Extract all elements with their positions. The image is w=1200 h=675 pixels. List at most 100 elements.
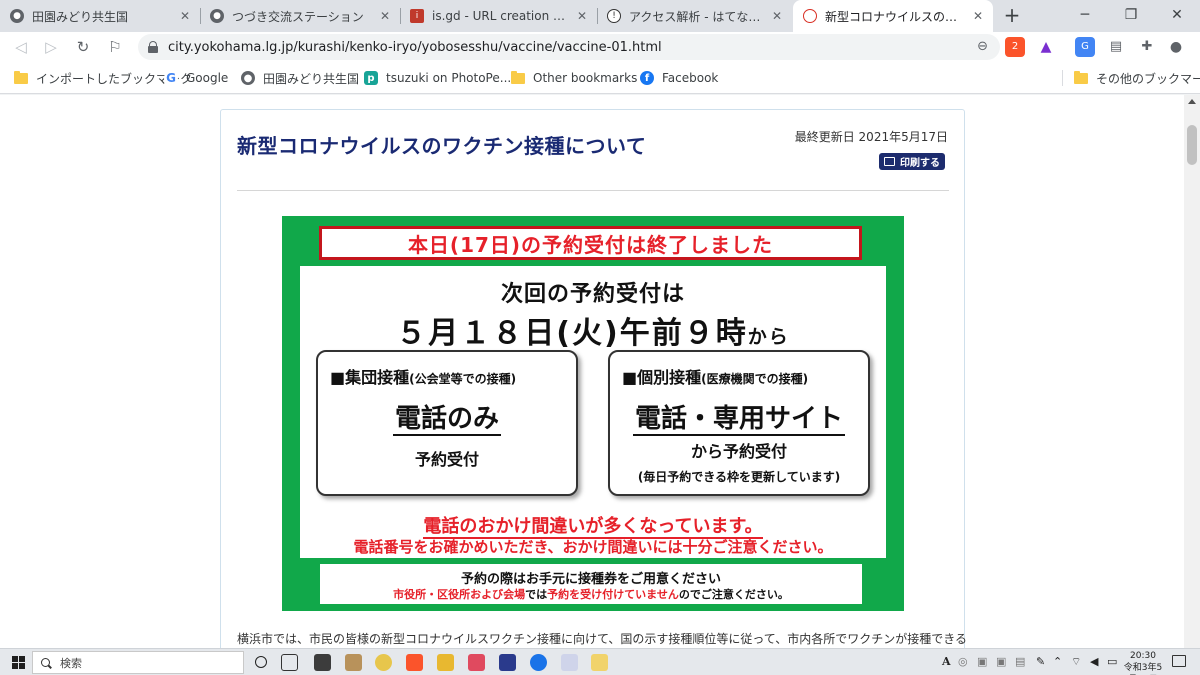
app-icon[interactable]: [375, 654, 392, 671]
folder-icon: [14, 70, 28, 84]
app-icon[interactable]: [345, 654, 362, 671]
card-method: 電話・専用サイト: [610, 398, 868, 436]
warning-wrong-number: 電話のおかけ間違いが多くなっています。: [300, 512, 886, 539]
app-icon[interactable]: [499, 654, 516, 671]
new-tab-button[interactable]: +: [1000, 4, 1024, 28]
scroll-up-icon[interactable]: [1188, 99, 1196, 104]
reading-icon[interactable]: ▤: [1106, 37, 1126, 57]
printer-icon: [884, 157, 895, 166]
tab-isgd[interactable]: i is.gd - URL creation script ✕: [400, 0, 597, 32]
card-note: (毎日予約できる枠を更新しています): [637, 470, 841, 484]
brave-badge: 2: [1011, 41, 1019, 52]
bookmark-facebook[interactable]: f Facebook: [640, 62, 718, 94]
next-date: ５月１８日(火)午前９時から: [300, 308, 886, 352]
next-date-suffix: から: [747, 326, 790, 348]
brave-rewards-icon[interactable]: ▲: [1036, 37, 1056, 57]
volume-icon[interactable]: ◀: [1090, 655, 1098, 668]
bookmark-photopea[interactable]: p tsuzuki on PhotoPe...: [364, 62, 511, 94]
page-scrollbar[interactable]: [1184, 95, 1200, 648]
extensions-icon[interactable]: ✚: [1137, 37, 1157, 57]
keyboard-icon[interactable]: ▭: [1107, 655, 1117, 668]
app-icon[interactable]: [468, 654, 485, 671]
photopea-icon: p: [364, 71, 378, 85]
folder-icon: [1074, 70, 1088, 84]
tab-title: 新型コロナウイルスのワクチン接: [825, 9, 967, 24]
translate-icon[interactable]: G: [1075, 37, 1095, 57]
tab-strip: ● 田園みどり共生国 ✕ ● つづき交流ステーション ✕ i is.gd - U…: [0, 0, 1200, 32]
no-counter-reservation: 市役所・区役所および会場では予約を受け付けていませんのでご注意ください。: [320, 586, 862, 602]
chevron-up-icon[interactable]: ⌃: [1053, 655, 1062, 668]
app-icon[interactable]: [530, 654, 547, 671]
card-heading: ■集団接種(公会堂等での接種): [330, 364, 516, 388]
hatena-icon: !: [607, 9, 621, 23]
print-button[interactable]: 印刷する: [879, 153, 945, 170]
no-counter-red2: 予約を受け付けていません: [547, 588, 679, 601]
task-view-icon[interactable]: [281, 654, 298, 671]
no-counter-end: のでご注意ください。: [678, 588, 789, 601]
intro-paragraph: 横浜市では、市民の皆様の新型コロナウイルスワクチン接種に向けて、国の示す接種順位…: [237, 632, 967, 646]
profile-icon[interactable]: ●: [1166, 37, 1186, 57]
close-icon[interactable]: ✕: [967, 9, 983, 23]
close-icon[interactable]: ✕: [374, 9, 390, 23]
address-bar[interactable]: city.yokohama.lg.jp/kurashi/kenko-iryo/y…: [138, 34, 1000, 60]
ticket-reminder-panel: 予約の際はお手元に接種券をご用意ください 市役所・区役所および会場では予約を受け…: [320, 564, 862, 604]
notification-icon[interactable]: [1172, 655, 1186, 667]
explorer-icon[interactable]: [437, 654, 454, 671]
wifi-icon[interactable]: ⌔: [1071, 655, 1081, 669]
taskbar-search-box[interactable]: 検索: [32, 651, 244, 674]
bookmark-denen[interactable]: ● 田園みどり共生国: [241, 62, 359, 94]
minimize-button[interactable]: ─: [1062, 0, 1108, 32]
app-icon[interactable]: [591, 654, 608, 671]
bookmark-other-folder[interactable]: その他のブックマーク: [1074, 62, 1200, 94]
maximize-button[interactable]: ❐: [1108, 0, 1154, 32]
close-icon[interactable]: ✕: [766, 9, 782, 23]
card-heading: ■個別接種(医療機関での接種): [622, 364, 808, 388]
zoom-icon[interactable]: ⊖: [977, 39, 988, 54]
ime-indicator[interactable]: A: [942, 655, 951, 668]
bookmark-label: Other bookmarks: [533, 71, 638, 85]
app-icon[interactable]: [561, 654, 578, 671]
store-icon[interactable]: [314, 654, 331, 671]
bookmark-label: tsuzuki on PhotoPe...: [386, 71, 512, 85]
bookmark-google[interactable]: G Google: [164, 62, 228, 94]
no-counter-mid: では: [525, 588, 548, 601]
tab-hatena[interactable]: ! アクセス解析 - はてなブログ ✕: [597, 0, 792, 32]
pen-icon[interactable]: ✎: [1036, 655, 1045, 668]
search-placeholder: 検索: [60, 656, 82, 670]
card-line2: から予約受付: [690, 442, 787, 461]
tab-title: is.gd - URL creation script: [432, 9, 571, 23]
tab-yokohama-vaccine[interactable]: 新型コロナウイルスのワクチン接 ✕: [793, 0, 993, 32]
close-window-button[interactable]: ✕: [1154, 0, 1200, 32]
divider: [237, 190, 949, 191]
bookmark-other[interactable]: Other bookmarks: [511, 62, 637, 94]
reload-button[interactable]: ↻: [72, 36, 94, 58]
vaccine-notice-image: 本日(17日)の予約受付は終了しました 次回の予約受付は ５月１８日(火)午前９…: [282, 216, 904, 611]
clock-date: 令和3年5月17日: [1123, 663, 1163, 673]
card-heading-main: ■集団接種: [330, 368, 410, 387]
bookmark-label: Google: [186, 71, 229, 85]
close-icon[interactable]: ✕: [174, 9, 190, 23]
next-label: 次回の予約受付は: [500, 282, 685, 307]
bookmark-label: 田園みどり共生国: [263, 71, 360, 86]
back-button[interactable]: ◁: [10, 36, 32, 58]
windows-start-icon[interactable]: [12, 656, 25, 669]
close-icon[interactable]: ✕: [571, 9, 587, 23]
tray-icon[interactable]: ▤: [1015, 655, 1025, 668]
brave-taskbar-icon[interactable]: [406, 654, 423, 671]
tray-icon[interactable]: ▣: [996, 655, 1006, 668]
tab-tsuzuki-station[interactable]: ● つづき交流ステーション ✕: [200, 0, 400, 32]
cortana-icon[interactable]: [255, 656, 267, 668]
card-heading-main: ■個別接種: [622, 368, 702, 387]
bookmark-star-button[interactable]: ⚐: [104, 36, 126, 58]
brave-shield-icon[interactable]: 2: [1005, 37, 1025, 57]
windows-taskbar: 検索 A ◎ ▣ ▣ ▤ ✎ ⌃ ⌔ ◀ ▭ 20:30 令和3年5月17日: [0, 648, 1200, 675]
tab-denen[interactable]: ● 田園みどり共生国 ✕: [0, 0, 200, 32]
taskbar-clock[interactable]: 20:30 令和3年5月17日: [1122, 650, 1164, 675]
tray-icon[interactable]: ◎: [958, 655, 968, 668]
ticket-reminder: 予約の際はお手元に接種券をご用意ください: [460, 572, 721, 587]
scroll-thumb[interactable]: [1187, 125, 1197, 165]
card-heading-sub: (公会堂等での接種): [409, 372, 517, 386]
tray-icon[interactable]: ▣: [977, 655, 987, 668]
forward-button[interactable]: ▷: [40, 36, 62, 58]
page-title: 新型コロナウイルスのワクチン接種について: [237, 134, 647, 158]
